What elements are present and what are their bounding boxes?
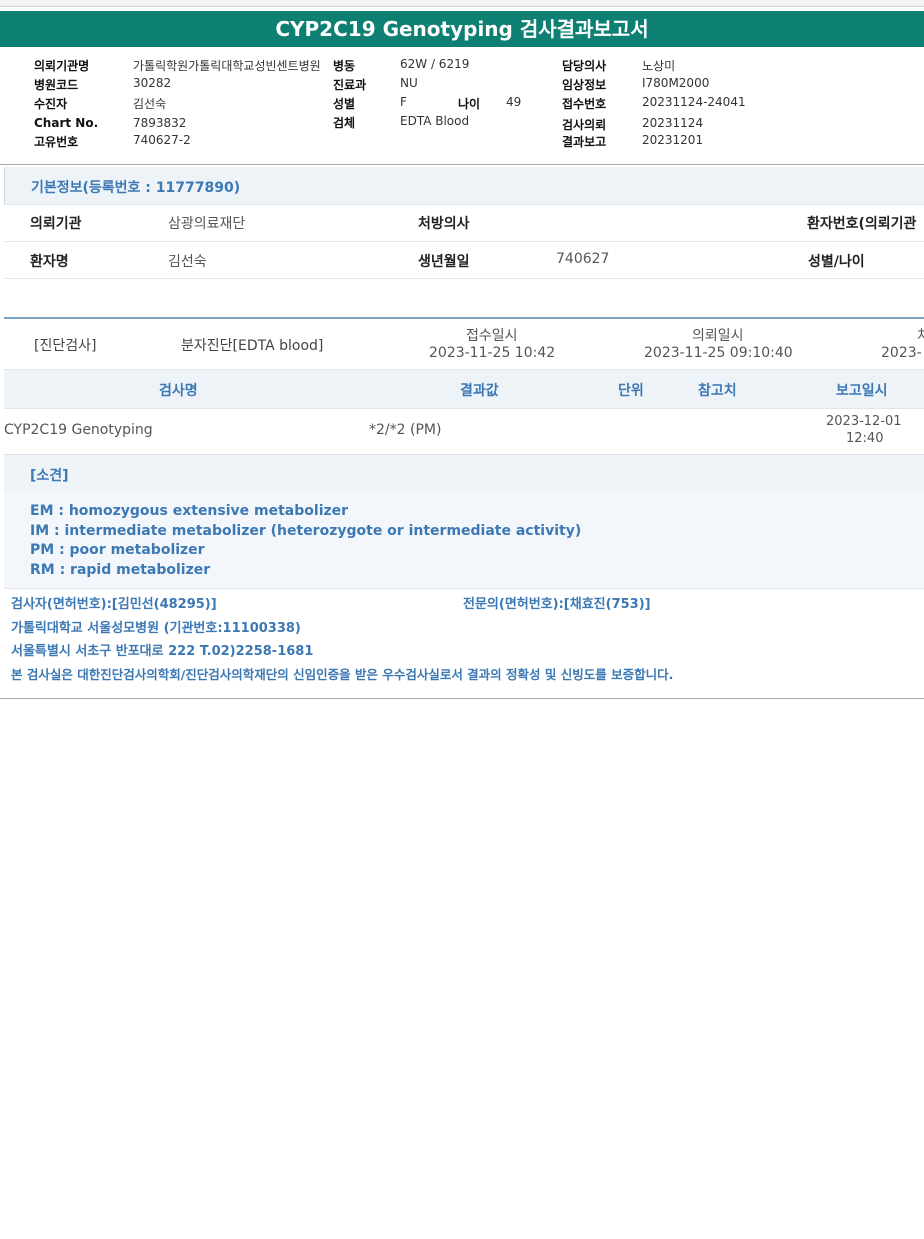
column-header-result: 결과값 (460, 383, 499, 399)
header-value: 740627-2 (133, 133, 191, 147)
comment-line: PM : poor metabolizer (30, 542, 205, 558)
patient-name-label: 환자명 (30, 254, 69, 270)
result-cell: *2/*2 (PM) (369, 422, 442, 438)
test-name-cell: CYP2C19 Genotyping (4, 422, 153, 438)
test-specimen: 분자진단[EDTA blood] (181, 338, 324, 354)
received-value: 2023-11-25 10:42 (429, 345, 556, 361)
header-item: 병원코드 (34, 78, 79, 92)
requesting-org-label: 의뢰기관 (30, 216, 82, 232)
header-item: 병동 (333, 59, 356, 73)
header-value: 김선숙 (133, 97, 167, 111)
header-item: 접수번호 (562, 97, 607, 111)
certification-statement: 본 검사실은 대한진단검사의학회/진단검사의학재단의 신임인증을 받은 우수검사… (11, 667, 674, 682)
report-date-cell: 2023-12-01 (826, 414, 902, 429)
header-item: 수진자 (34, 97, 68, 111)
header-item: 검체 (333, 116, 356, 130)
specialist-info: 전문의(면허번호):[채효진(753)] (463, 597, 651, 612)
header-value: 20231124-24041 (642, 95, 746, 109)
comment-body: EM : homozygous extensive metabolizer IM… (4, 491, 924, 588)
received-label: 접수일시 (466, 328, 518, 344)
header-item: 임상정보 (562, 78, 607, 92)
header-value: 7893832 (133, 116, 187, 130)
birthdate-value: 740627 (556, 251, 610, 267)
header-value: 62W / 6219 (400, 57, 470, 71)
institution-info: 가톨릭대학교 서울성모병원 (기관번호:11100338) (11, 621, 301, 636)
header-item: 담당의사 (562, 59, 607, 73)
column-header-report-date: 보고일시 (836, 383, 888, 399)
test-category: [진단검사] (34, 338, 97, 354)
header-value: 20231124 (642, 116, 704, 130)
comment-header: [소견] (4, 454, 924, 493)
column-header-reference: 참고치 (698, 383, 737, 399)
header-item: 검사의뢰 (562, 118, 607, 132)
top-edge (0, 0, 924, 7)
patient-number-label: 환자번호(의뢰기관 (807, 216, 917, 232)
header-value: 49 (506, 95, 522, 109)
results-table-header: 검사명 결과값 단위 참고치 보고일시 (4, 369, 924, 409)
header-value: 20231201 (642, 133, 704, 147)
header-value: 가톨릭학원가톨릭대학교성빈센트병원 (133, 59, 321, 73)
comment-line: IM : intermediate metabolizer (heterozyg… (30, 523, 582, 539)
header-divider (0, 164, 924, 165)
row-divider (4, 588, 924, 589)
comment-line: RM : rapid metabolizer (30, 562, 211, 578)
column-header-unit: 단위 (618, 383, 644, 399)
header-value: 노상미 (642, 59, 676, 73)
basic-info-bar: 기본정보(등록번호 : 11777890) (4, 167, 924, 204)
examiner-info: 검사자(면허번호):[김민선(48295)] (11, 597, 217, 612)
requesting-org-value: 삼광의료재단 (168, 216, 246, 232)
comment-line: EM : homozygous extensive metabolizer (30, 503, 349, 519)
row-divider (4, 204, 924, 205)
header-value: EDTA Blood (400, 114, 470, 128)
column-header-test-name: 검사명 (159, 383, 198, 399)
row-divider (4, 241, 924, 242)
patient-name-value: 김선숙 (168, 254, 207, 270)
birthdate-label: 생년월일 (418, 254, 470, 270)
header-item: 성별 (333, 97, 356, 111)
header-item: 나이 (458, 97, 481, 111)
sex-age-label: 성별/나이 (808, 254, 865, 270)
prescriber-label: 처방의사 (418, 216, 470, 232)
report-title: CYP2C19 Genotyping 검사결과보고서 (0, 11, 924, 47)
header-item: 의뢰기관명 (34, 57, 89, 74)
header-item: Chart No. (34, 116, 99, 130)
comment-title: [소견] (30, 468, 69, 484)
header-item: 결과보고 (562, 135, 607, 149)
test-section-divider (4, 317, 924, 319)
report-time-cell: 12:40 (846, 431, 884, 446)
requested-value: 2023-11-25 09:10:40 (644, 345, 793, 361)
header-item: 고유번호 (34, 135, 79, 149)
extra-label: 처 (917, 328, 924, 344)
header-value: 30282 (133, 76, 172, 90)
header-value: F (400, 95, 407, 109)
bottom-divider (0, 698, 924, 699)
basic-info-title: 기본정보(등록번호 : 11777890) (31, 180, 241, 196)
row-divider (4, 278, 924, 279)
header-value: NU (400, 76, 418, 90)
header-item: 진료과 (333, 78, 367, 92)
requested-label: 의뢰일시 (692, 328, 744, 344)
extra-value: 2023- (881, 345, 922, 361)
header-value: I780M2000 (642, 76, 710, 90)
address-info: 서울특별시 서초구 반포대로 222 T.02)2258-1681 (11, 644, 314, 659)
header-key: 의뢰기관명 (34, 59, 90, 73)
